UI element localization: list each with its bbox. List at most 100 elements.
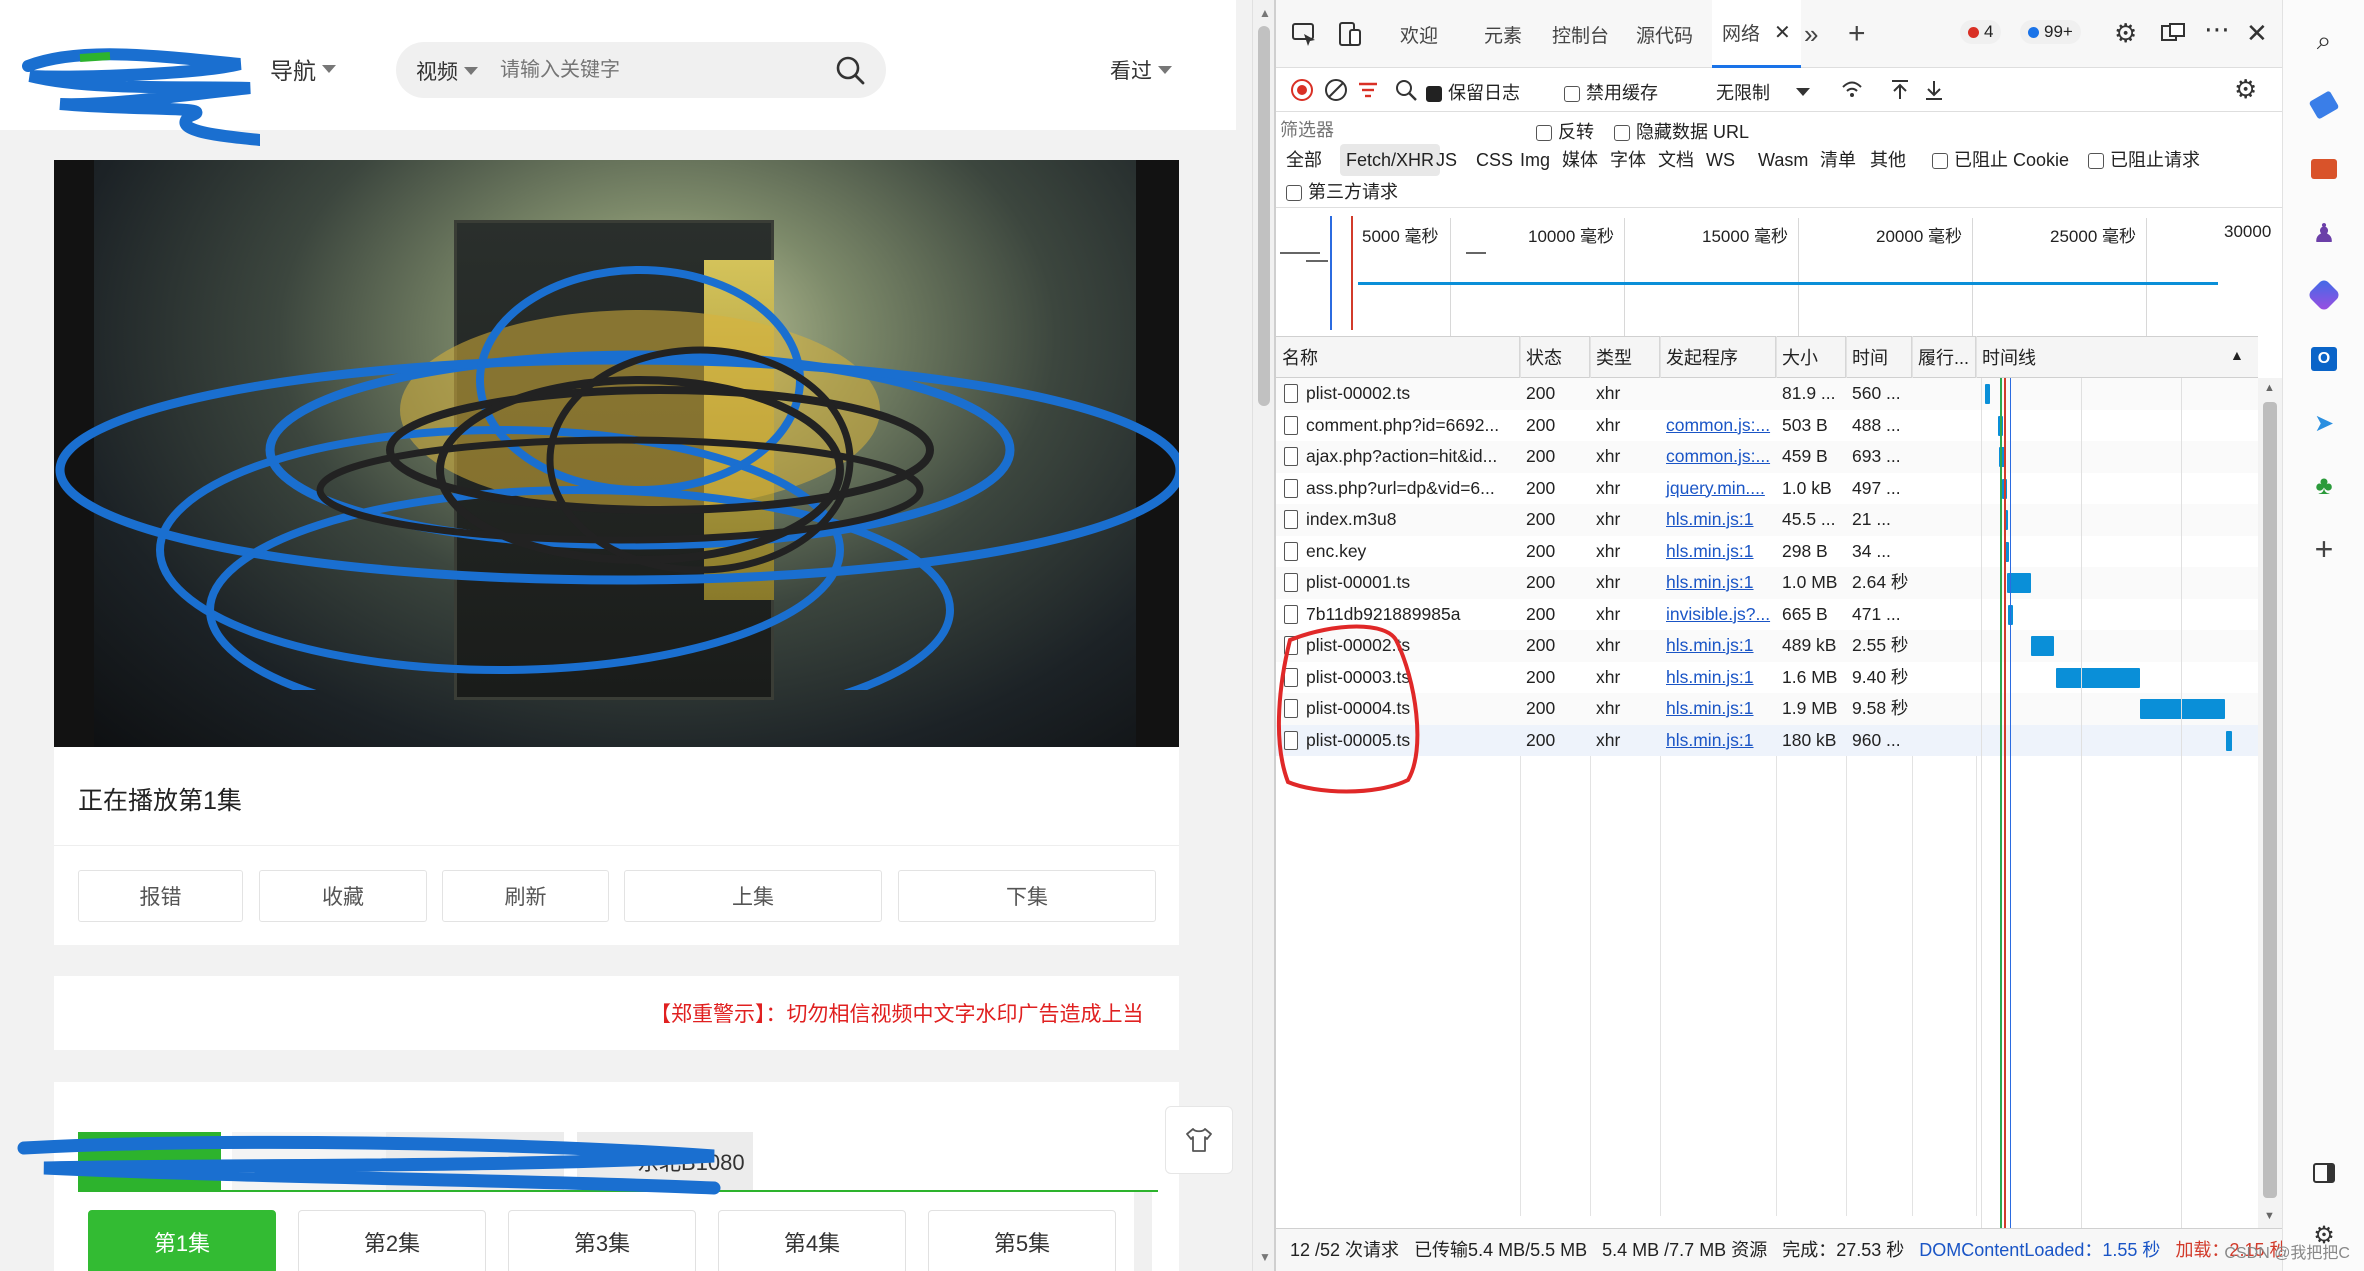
type-filter-js[interactable]: JS [1436,144,1457,176]
tab-welcome[interactable]: 欢迎 [1400,0,1438,68]
type-filter-manifest[interactable]: 清单 [1820,144,1856,176]
search-input[interactable] [500,52,820,88]
column-status[interactable]: 状态 [1520,337,1590,379]
error-counter[interactable]: 4 [1960,20,2002,44]
search-icon[interactable]: ⌕ [2305,22,2343,60]
inspect-element-icon[interactable] [1290,20,1318,48]
request-initiator[interactable]: hls.min.js:1 [1660,725,1776,757]
type-filter-font[interactable]: 字体 [1610,144,1646,176]
episode-3-button[interactable]: 第3集 [508,1210,696,1271]
episode-2-button[interactable]: 第2集 [298,1210,486,1271]
request-initiator[interactable]: hls.min.js:1 [1660,536,1776,568]
refresh-button[interactable]: 刷新 [442,870,609,922]
tree-icon[interactable]: ♣ [2305,466,2343,504]
type-filter-wasm[interactable]: Wasm [1758,144,1808,176]
column-time[interactable]: 时间 [1846,337,1912,379]
nav-menu-link[interactable]: 导航 [270,52,336,86]
hide-data-urls-checkbox[interactable]: 隐藏数据 URL [1614,118,1749,144]
tab-console[interactable]: 控制台 [1552,0,1609,68]
shopping-tag-icon[interactable] [2305,86,2343,124]
tab-elements[interactable]: 元素 [1484,0,1522,68]
filter-input[interactable] [1280,116,1440,144]
column-size[interactable]: 大小 [1776,337,1846,379]
previous-episode-button[interactable]: 上集 [624,870,882,922]
request-initiator[interactable]: hls.min.js:1 [1660,662,1776,694]
next-episode-button[interactable]: 下集 [898,870,1156,922]
type-filter-other[interactable]: 其他 [1870,144,1906,176]
type-filter-media[interactable]: 媒体 [1562,144,1598,176]
request-initiator[interactable] [1660,378,1776,410]
settings-gear-icon[interactable]: ⚙ [2114,18,2137,49]
request-initiator[interactable]: common.js:... [1660,410,1776,442]
third-party-checkbox[interactable]: 第三方请求 [1286,178,1398,204]
blocked-requests-checkbox[interactable]: 已阻止请求 [2088,144,2200,176]
favorite-button[interactable]: 收藏 [259,870,427,922]
type-filter-all[interactable]: 全部 [1286,144,1322,176]
blocked-cookies-checkbox[interactable]: 已阻止 Cookie [1932,144,2069,176]
customize-icon[interactable] [2160,22,2186,46]
more-tabs-icon[interactable]: » [1804,0,1818,68]
export-har-icon[interactable] [1922,78,1946,102]
close-tab-icon[interactable]: ✕ [1774,20,1791,45]
import-har-icon[interactable] [1888,78,1912,102]
episode-4-button[interactable]: 第4集 [718,1210,906,1271]
disable-cache-checkbox[interactable]: 禁用缓存 [1564,79,1658,105]
request-initiator[interactable]: invisible.js?... [1660,599,1776,631]
add-tab-icon[interactable]: + [1848,0,1866,68]
tab-network[interactable]: 网络 ✕ [1712,0,1801,68]
type-filter-fetch-xhr[interactable]: Fetch/XHR [1340,144,1441,176]
table-row[interactable]: plist-00002.ts 200 xhr 81.9 ... 560 ... [1276,378,2258,410]
page-scrollbar-thumb[interactable] [1258,26,1270,406]
more-options-icon[interactable]: ⋯ [2204,14,2230,45]
scroll-up-icon[interactable]: ▲ [1259,6,1271,20]
scroll-up-icon[interactable]: ▲ [2264,382,2275,394]
filter-icon[interactable] [1356,78,1380,102]
sort-ascending-icon[interactable]: ▲ [2230,347,2244,363]
network-conditions-icon[interactable] [1840,78,1864,102]
request-initiator[interactable]: common.js:... [1660,441,1776,473]
request-initiator[interactable]: hls.min.js:1 [1660,630,1776,662]
request-list-scrollbar-thumb[interactable] [2263,402,2277,1198]
table-row[interactable]: ass.php?url=dp&vid=6... 200 xhr jquery.min.… [1276,472,2258,504]
request-initiator[interactable]: hls.min.js:1 [1660,504,1776,536]
episode-1-button[interactable]: 第1集 [88,1210,276,1271]
type-filter-css[interactable]: CSS [1476,144,1513,176]
tab-sources[interactable]: 源代码 [1636,0,1693,68]
message-counter[interactable]: 99+ [2020,20,2081,44]
type-filter-doc[interactable]: 文档 [1658,144,1694,176]
table-row[interactable]: index.m3u8 200 xhr hls.min.js:1 45.5 ... 21 .… [1276,504,2258,536]
report-error-button[interactable]: 报错 [78,870,243,922]
add-app-icon[interactable]: + [2305,530,2343,568]
video-player[interactable] [54,160,1179,747]
column-fulfilled[interactable]: 履行... [1912,337,1976,379]
record-stop-icon[interactable] [1290,78,1314,102]
page-scrollbar[interactable]: ▲ ▼ [1252,0,1274,1271]
copilot-icon[interactable] [2305,276,2343,314]
search-icon[interactable] [834,54,866,86]
table-row[interactable]: comment.php?id=6692... 200 xhr common.js:..… [1276,409,2258,442]
request-initiator[interactable]: hls.min.js:1 [1660,693,1776,725]
scroll-down-icon[interactable]: ▼ [2264,1210,2275,1222]
episode-list-scrollbar[interactable] [1134,1192,1152,1271]
history-menu[interactable]: 看过 [1110,55,1172,85]
clear-icon[interactable] [1324,78,1348,102]
column-name[interactable]: 名称 [1276,337,1520,379]
search-type-select[interactable]: 视频 [416,56,478,86]
games-icon[interactable]: ♟ [2305,214,2343,252]
network-settings-gear-icon[interactable]: ⚙ [2234,74,2257,105]
toolbox-icon[interactable] [2305,150,2343,188]
table-row[interactable]: plist-00001.ts 200 xhr hls.min.js:1 1.0 MB 2.… [1276,567,2258,599]
type-filter-ws[interactable]: WS [1706,144,1735,176]
table-row[interactable]: ajax.php?action=hit&id... 200 xhr common.js… [1276,441,2258,473]
outlook-icon[interactable]: O [2305,340,2343,378]
throttle-select[interactable]: 无限制 [1716,79,1810,105]
preserve-log-checkbox[interactable]: 保留日志 [1426,79,1520,105]
column-type[interactable]: 类型 [1590,337,1660,379]
close-devtools-icon[interactable]: ✕ [2246,18,2268,49]
back-to-top-button[interactable] [1165,1106,1233,1174]
type-filter-img[interactable]: Img [1520,144,1550,176]
search-icon[interactable] [1394,78,1418,102]
device-emulation-icon[interactable] [1336,20,1364,48]
sidebar-layout-icon[interactable] [2305,1154,2343,1192]
invert-checkbox[interactable]: 反转 [1536,118,1594,144]
